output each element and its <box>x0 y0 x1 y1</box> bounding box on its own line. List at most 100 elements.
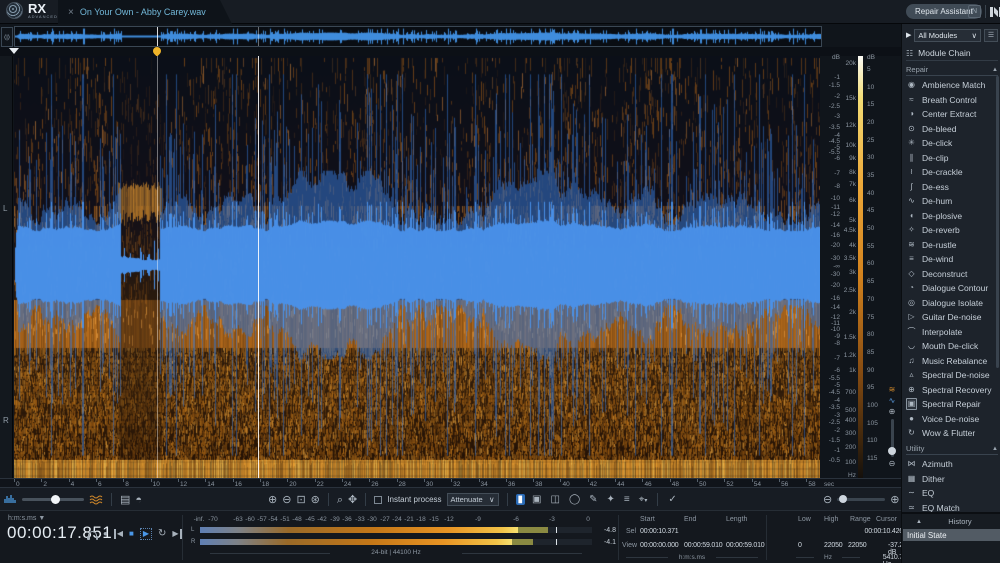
layout-panel-icon[interactable]: ▤ <box>120 494 130 506</box>
horizontal-zoom-knob[interactable] <box>839 495 847 503</box>
history-panel: ▲ History Initial State <box>902 512 1000 563</box>
vertical-zoom-slider[interactable] <box>891 419 894 457</box>
brush-selection-tool[interactable]: ✎ <box>587 494 599 505</box>
lasso-selection-tool[interactable]: ◯ <box>567 494 582 505</box>
harmonic-selection-tool[interactable]: ≡ <box>622 494 632 505</box>
deconstruct-icon[interactable]: ◇ Deconstruct <box>906 267 998 282</box>
play-icon[interactable]: ▶ <box>140 528 152 540</box>
overview-waveform[interactable] <box>15 27 821 46</box>
overview-expand-icon[interactable]: ⟨|⟩ <box>1 27 13 47</box>
file-tab[interactable]: × On Your Own - Abby Carey.wav <box>58 0 232 24</box>
section-header-utility[interactable]: Utility▲ <box>906 443 998 455</box>
de-clip-icon[interactable]: ∥ De-clip <box>906 151 998 166</box>
azimuth-icon[interactable]: ⋈ Azimuth <box>906 457 998 472</box>
ambience-match-icon[interactable]: ◉ Ambience Match <box>906 78 998 93</box>
color-db-tick: 55 <box>867 243 874 250</box>
freq-tick: 100 <box>845 459 856 466</box>
history-item[interactable]: Initial State <box>903 529 1000 541</box>
time-selection-tool[interactable]: ▮ <box>516 494 526 505</box>
stop-icon[interactable]: ■ <box>129 529 134 539</box>
center-extract-icon[interactable]: ◑ Center Extract <box>906 107 998 122</box>
horizontal-zoom-slider[interactable] <box>837 498 885 501</box>
magic-wand-tool[interactable]: ✦ <box>605 494 617 505</box>
de-ess-icon[interactable]: ∫ De-ess <box>906 180 998 195</box>
dialogue-isolate-icon[interactable]: ◎ Dialogue Isolate <box>906 296 998 311</box>
instant-process-checkbox[interactable] <box>374 496 382 504</box>
low-value[interactable]: 0 <box>798 542 802 549</box>
channel-strip: L R <box>0 56 13 478</box>
preview-play-icon[interactable]: ▶ <box>906 31 911 39</box>
grab-tool-icon[interactable]: ✥ <box>348 494 357 506</box>
range-value[interactable]: 22050 <box>848 542 866 549</box>
voice-de-noise-icon[interactable]: ● Voice De-noise <box>906 412 998 427</box>
time-frequency-selection-tool[interactable]: ▣ <box>530 494 543 505</box>
waveform-spectrogram-blend-slider[interactable] <box>22 498 84 501</box>
blend-slider-knob[interactable] <box>51 495 60 504</box>
spectrogram-display[interactable] <box>14 56 820 478</box>
de-rustle-icon[interactable]: ≋ De-rustle <box>906 238 998 253</box>
horizontal-zoom-in-icon[interactable]: ⊕ <box>890 494 899 506</box>
module-list-scrollbar[interactable] <box>996 76 999 368</box>
dither-icon[interactable]: ▦ Dither <box>906 472 998 487</box>
vertical-zoom-in-icon[interactable]: ⊕ <box>889 408 896 416</box>
magnify-tool-icon[interactable]: ⌕ <box>337 494 343 506</box>
mouth-de-click-icon[interactable]: ◡ Mouth De-click <box>906 339 998 354</box>
loop-icon[interactable]: ↻ <box>158 529 166 539</box>
de-hum-icon[interactable]: ∿ De-hum <box>906 194 998 209</box>
view-end-value[interactable]: 00:00:59.010 <box>684 542 722 549</box>
time-format-selector[interactable]: h:m:s.ms ▼ <box>8 515 45 522</box>
music-rebalance-icon[interactable]: ♫ Music Rebalance <box>906 354 998 369</box>
horizontal-zoom-out-icon[interactable]: ⊖ <box>823 494 832 506</box>
waveform-view-icon[interactable]: ∿ <box>889 397 896 405</box>
de-click-icon[interactable]: ✳ De-click <box>906 136 998 151</box>
de-crackle-icon[interactable]: ≀ De-crackle <box>906 165 998 180</box>
de-plosive-icon[interactable]: ◖ De-plosive <box>906 209 998 224</box>
tab-close-icon[interactable]: × <box>68 7 74 18</box>
de-reverb-icon[interactable]: ✧ De-reverb <box>906 223 998 238</box>
color-db-tick: 60 <box>867 260 874 267</box>
section-header-repair[interactable]: Repair▲ <box>906 64 998 76</box>
de-wind-icon[interactable]: ≡ De-wind <box>906 252 998 267</box>
previous-icon[interactable]: ◀ <box>114 529 123 539</box>
record-icon[interactable]: ● <box>103 529 108 539</box>
module-chain-button[interactable]: ☷ Module Chain <box>906 46 998 61</box>
view-length-value[interactable]: 00:00:59.010 <box>726 542 764 549</box>
zoom-fit-icon[interactable]: ⊛ <box>311 494 320 506</box>
draw-tool[interactable]: ⌖▾ <box>637 494 650 505</box>
view-start-value[interactable]: 00:00:00.000 <box>640 542 678 549</box>
module-panel-menu-icon[interactable]: ☰ <box>984 29 998 42</box>
spectral-recovery-icon[interactable]: ⊕ Spectral Recovery <box>906 383 998 398</box>
utility-module-list: ⋈ Azimuth ▦ Dither ∼ EQ ≃ EQ Match <box>906 457 998 515</box>
plugin-badge-icon[interactable]: N <box>968 5 981 18</box>
transport-controls: ● ◀ ■ ▶ ↻ ▶ <box>88 528 182 540</box>
commit-selection-icon[interactable]: ✓ <box>666 494 678 505</box>
marker-lane[interactable] <box>0 47 901 56</box>
vertical-zoom-out-icon[interactable]: ⊖ <box>889 460 896 468</box>
go-to-end-icon[interactable]: ▶ <box>172 529 181 539</box>
breath-control-icon[interactable]: ≈ Breath Control <box>906 93 998 108</box>
zoom-in-icon[interactable]: ⊕ <box>268 494 277 506</box>
zoom-out-icon[interactable]: ⊖ <box>282 494 291 506</box>
zoom-selection-icon[interactable]: ⊡ <box>296 494 305 506</box>
monitor-headphones-icon[interactable] <box>88 531 97 538</box>
process-mode-dropdown[interactable]: Attenuate ∨ <box>447 493 499 506</box>
freq-tick: 2k <box>849 309 856 316</box>
spectrogram-view-icon[interactable]: ≋ <box>889 386 896 394</box>
wow-flutter-icon[interactable]: ↻ Wow & Flutter <box>906 426 998 441</box>
tooltip-toggle-icon[interactable]: ◓ <box>135 494 142 506</box>
de-bleed-icon[interactable]: ⊙ De-bleed <box>906 122 998 137</box>
sel-start-value[interactable]: 00:00:10.371 <box>640 528 678 535</box>
amp-db-tick: -9 <box>834 333 840 340</box>
eq-icon[interactable]: ∼ EQ <box>906 486 998 501</box>
interpolate-icon[interactable]: ⌒ Interpolate <box>906 325 998 340</box>
high-value[interactable]: 22050 <box>824 542 842 549</box>
spectral-de-noise-icon[interactable]: ▵ Spectral De-noise <box>906 368 998 383</box>
vertical-zoom-knob[interactable] <box>888 447 896 455</box>
guitar-de-noise-icon[interactable]: ▷ Guitar De-noise <box>906 310 998 325</box>
spectral-repair-icon[interactable]: ▣ Spectral Repair <box>906 397 998 412</box>
dialogue-contour-icon[interactable]: ◔ Dialogue Contour <box>906 281 998 296</box>
frequency-selection-tool[interactable]: ◫ <box>548 494 561 505</box>
start-marker-icon[interactable] <box>9 48 19 54</box>
history-collapse-icon[interactable]: ▲ <box>916 519 922 525</box>
module-filter-dropdown[interactable]: All Modules ∨ <box>914 29 981 42</box>
